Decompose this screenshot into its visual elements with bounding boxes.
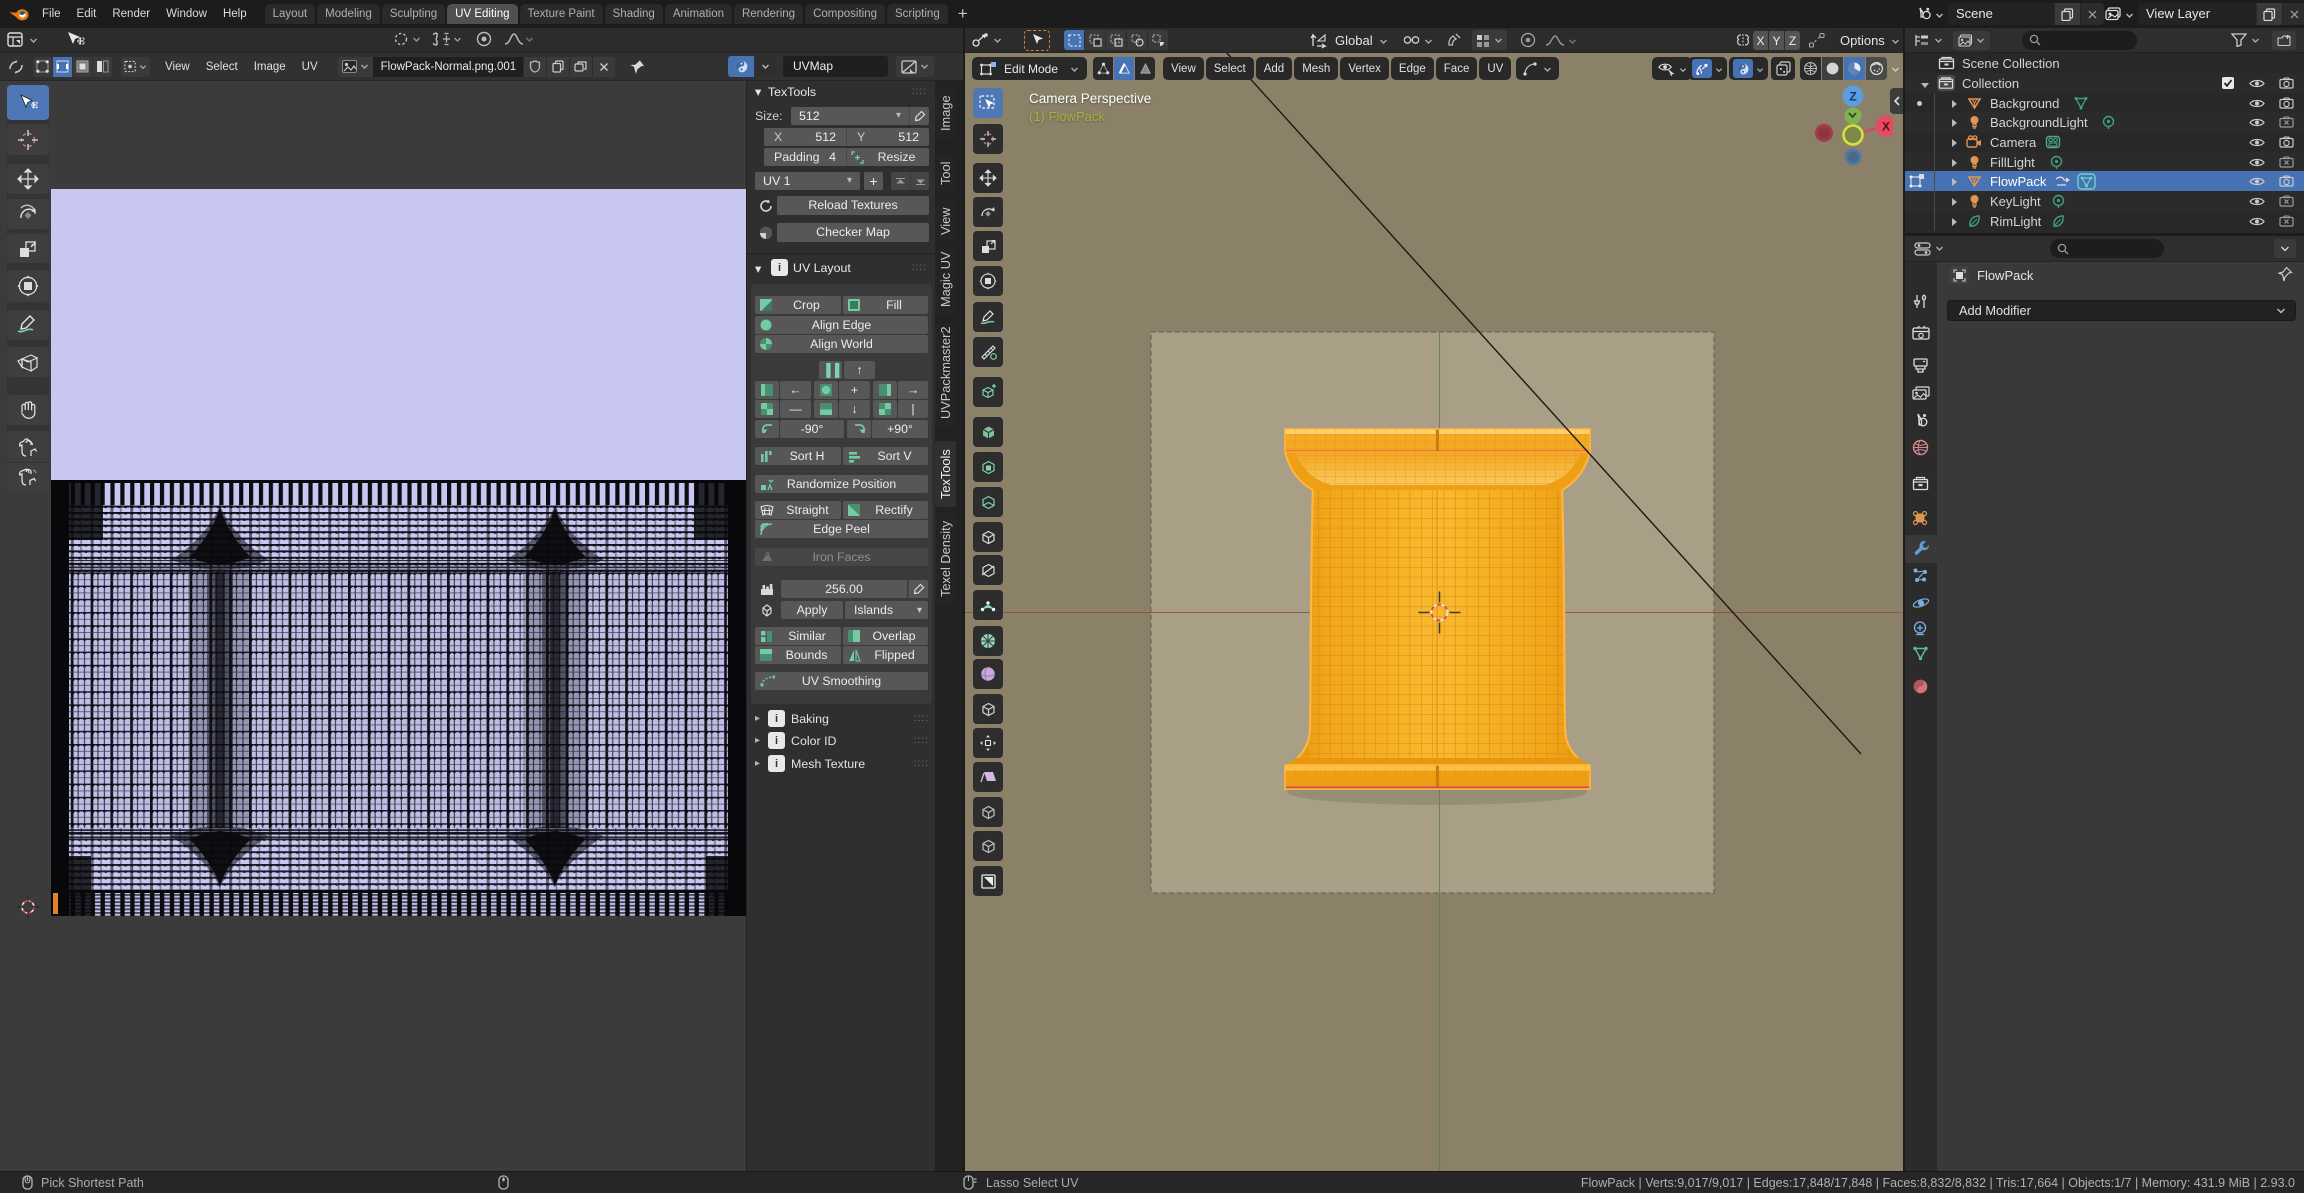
- svg-text:X: X: [1882, 120, 1890, 134]
- svg-text:Z: Z: [1849, 90, 1856, 104]
